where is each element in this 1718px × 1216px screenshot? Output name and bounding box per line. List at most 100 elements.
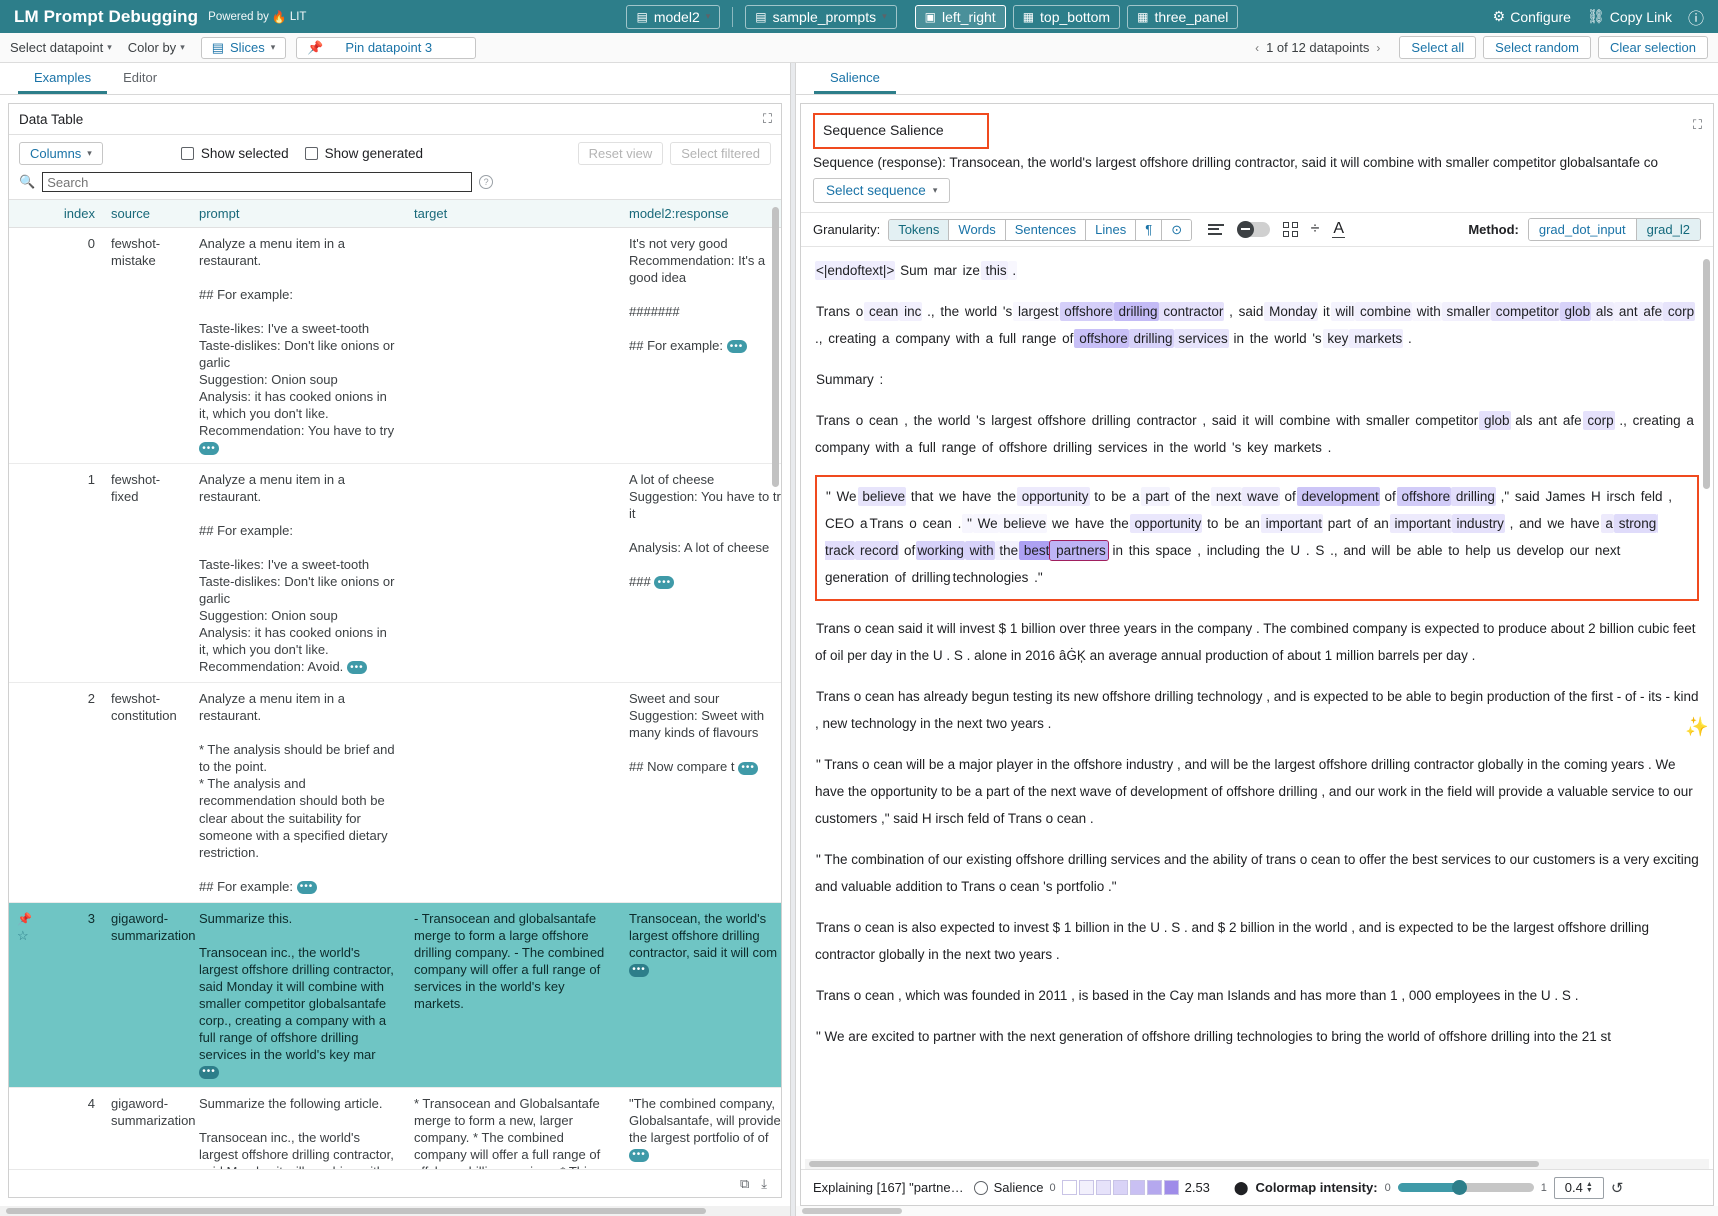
salience-token[interactable]: of <box>1057 329 1074 348</box>
granularity-all-icon[interactable]: ⊙ <box>1162 220 1191 240</box>
reset-view-button[interactable]: Reset view <box>578 142 664 165</box>
expand-more-icon[interactable]: ••• <box>297 881 317 894</box>
salience-token[interactable]: 's <box>1227 438 1242 457</box>
salience-token[interactable]: with <box>951 329 981 348</box>
salience-token[interactable]: said <box>1510 487 1541 506</box>
salience-token[interactable]: wave <box>1242 487 1279 506</box>
font-size-icon[interactable]: A <box>1332 221 1345 239</box>
salience-token[interactable]: irsch <box>1602 487 1636 506</box>
salience-token[interactable]: opportunity <box>1017 487 1090 506</box>
row-pin-cell[interactable] <box>9 683 53 902</box>
salience-token[interactable]: mar <box>929 261 958 280</box>
expand-more-icon[interactable]: ••• <box>727 340 747 353</box>
salience-token[interactable]: have <box>1566 514 1601 533</box>
layout-three-panel[interactable]: ▦ three_panel <box>1127 5 1238 29</box>
layout-left-right[interactable]: ▣ left_right <box>915 5 1006 29</box>
salience-token[interactable]: full <box>914 438 937 457</box>
salience-token[interactable]: will <box>1367 541 1392 560</box>
expand-more-icon[interactable]: ••• <box>654 576 674 589</box>
salience-token[interactable]: it <box>1318 302 1331 321</box>
data-table-vertical-scrollbar[interactable] <box>772 207 779 487</box>
select-sequence-button[interactable]: Select sequence ▾ <box>813 178 950 203</box>
salience-token[interactable]: corp <box>1663 302 1695 321</box>
salience-token[interactable]: and <box>1514 514 1542 533</box>
expand-more-icon[interactable]: ••• <box>199 1066 219 1079</box>
salience-token[interactable]: , <box>1224 302 1234 321</box>
method-grad-l2[interactable]: grad_l2 <box>1637 219 1700 240</box>
salience-vertical-scrollbar[interactable] <box>1703 259 1710 489</box>
salience-token[interactable]: key <box>1242 438 1269 457</box>
color-by-dropdown[interactable]: Color by ▾ <box>128 40 185 55</box>
salience-token[interactable]: creating <box>824 329 878 348</box>
salience-token[interactable]: development <box>1297 487 1380 506</box>
salience-token[interactable]: glob <box>1479 411 1510 430</box>
salience-token[interactable]: we <box>1047 514 1070 533</box>
salience-token[interactable]: develop <box>1512 541 1565 560</box>
salience-token[interactable]: ., <box>1325 541 1338 560</box>
salience-token[interactable]: of <box>1380 487 1397 506</box>
salience-token[interactable]: " Trans o cean will be a major player in… <box>815 755 1693 828</box>
salience-token[interactable]: offshore <box>1033 411 1087 430</box>
salience-token[interactable]: largest <box>986 411 1032 430</box>
reset-icon[interactable]: ↺ <box>1611 1179 1624 1197</box>
model-selector[interactable]: ▤ model2 ▾ <box>626 5 720 29</box>
salience-token[interactable]: , <box>1505 514 1515 533</box>
tab-salience[interactable]: Salience <box>814 63 896 94</box>
salience-token[interactable]: offshore <box>1397 487 1451 506</box>
salience-token[interactable]: Trans o cean has already begun testing i… <box>815 687 1699 733</box>
salience-token[interactable]: services <box>1093 438 1148 457</box>
salience-token[interactable]: the <box>992 487 1017 506</box>
salience-token[interactable]: drilling <box>1114 302 1159 321</box>
row-pin-cell[interactable]: 📌 ☆ <box>9 902 53 1087</box>
salience-token[interactable]: contractor <box>1132 411 1198 430</box>
salience-token[interactable]: that <box>906 487 934 506</box>
salience-token[interactable]: world <box>1270 329 1308 348</box>
salience-token[interactable]: Trans o cean said it will invest $ 1 bil… <box>815 619 1695 665</box>
salience-token[interactable]: be <box>1107 487 1128 506</box>
salience-token[interactable]: services <box>1174 329 1229 348</box>
salience-token[interactable]: . <box>1301 541 1311 560</box>
salience-token[interactable]: afe <box>1639 302 1664 321</box>
salience-token[interactable]: of <box>1280 487 1297 506</box>
salience-token[interactable]: a <box>877 329 890 348</box>
salience-token[interactable]: will <box>1331 302 1356 321</box>
salience-token[interactable]: We <box>832 487 858 506</box>
copy-link-button[interactable]: ⛓ Copy Link <box>1587 8 1672 25</box>
tab-editor[interactable]: Editor <box>107 63 173 94</box>
salience-token[interactable]: a <box>1601 514 1614 533</box>
salience-token[interactable]: part <box>1323 514 1352 533</box>
salience-token[interactable]: markets <box>1349 329 1403 348</box>
granularity-paragraph-icon[interactable]: ¶ <box>1136 220 1162 240</box>
salience-token[interactable]: our <box>1565 541 1590 560</box>
select-filtered-button[interactable]: Select filtered <box>670 142 771 165</box>
salience-token[interactable]: strong <box>1614 514 1657 533</box>
salience-token[interactable]: and <box>1339 541 1367 560</box>
salience-token[interactable]: of <box>1170 487 1187 506</box>
salience-token[interactable]: of <box>977 438 994 457</box>
salience-token[interactable]: to <box>1202 514 1219 533</box>
tab-examples[interactable]: Examples <box>18 63 107 94</box>
salience-token[interactable]: the <box>1245 329 1270 348</box>
salience-token[interactable]: Summary <box>815 370 875 389</box>
salience-token[interactable]: said <box>1234 302 1265 321</box>
salience-token[interactable]: afe <box>1558 411 1583 430</box>
salience-token[interactable]: " <box>825 487 832 506</box>
salience-token[interactable]: <|endoftext|> <box>815 261 895 280</box>
salience-token[interactable]: ., <box>1615 411 1628 430</box>
expand-more-icon[interactable]: ••• <box>347 661 367 674</box>
salience-token[interactable]: the <box>1165 438 1190 457</box>
salience-token[interactable]: Monday <box>1264 302 1318 321</box>
expand-more-icon[interactable]: ••• <box>629 964 649 977</box>
text-density-icon[interactable] <box>1208 224 1224 235</box>
th-target[interactable]: target <box>406 200 621 228</box>
salience-token[interactable]: We <box>973 514 999 533</box>
salience-token[interactable]: believe <box>858 487 907 506</box>
salience-token[interactable]: James <box>1541 487 1587 506</box>
salience-token[interactable]: " We are excited to partner with the nex… <box>815 1027 1612 1046</box>
salience-token[interactable]: working <box>916 541 965 560</box>
salience-token[interactable]: best <box>1019 541 1050 560</box>
salience-token[interactable]: able <box>1412 541 1443 560</box>
th-source[interactable]: source <box>103 200 191 228</box>
salience-token[interactable]: 's <box>971 411 986 430</box>
th-prompt[interactable]: prompt <box>191 200 406 228</box>
